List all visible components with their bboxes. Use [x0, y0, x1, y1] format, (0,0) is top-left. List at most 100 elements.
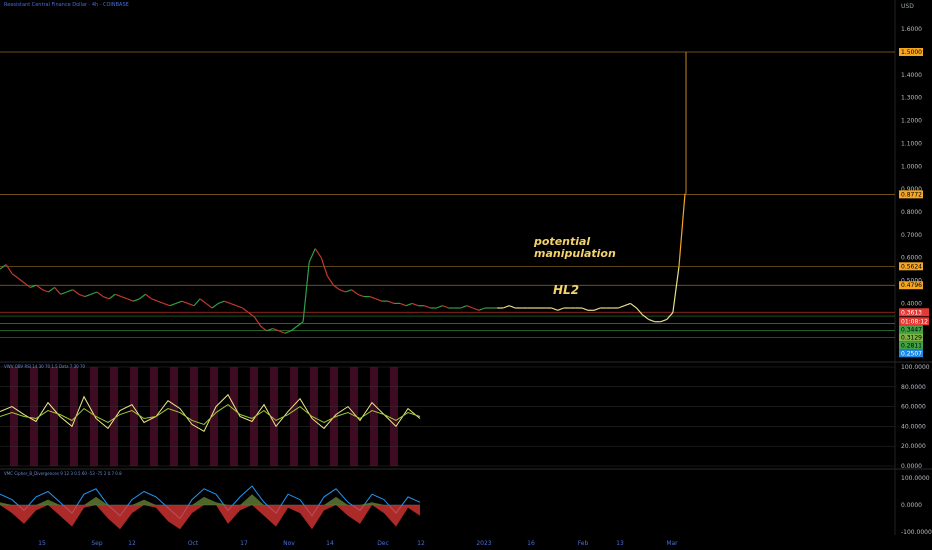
price-segment — [508, 305, 516, 309]
price-label-text: 01:08:12 — [901, 318, 928, 325]
price-segment — [478, 307, 486, 311]
y-tick-label: 1.0000 — [901, 163, 922, 170]
price-segment — [284, 330, 292, 334]
price-segment — [333, 284, 340, 291]
indicator-2-tick: 0.0000 — [901, 502, 922, 509]
price-label-text: 0.3447 — [901, 326, 922, 333]
price-segment — [139, 293, 146, 300]
x-tick-label: Dec — [377, 540, 389, 547]
price-label: 0.3613 — [899, 308, 929, 317]
y-tick-label: 1.2000 — [901, 118, 922, 125]
price-segment — [96, 291, 104, 298]
indicator-band — [390, 367, 398, 466]
indicator-1-tick: 40.0000 — [901, 423, 926, 430]
y-tick-label: 1.3000 — [901, 95, 922, 102]
price-segment — [278, 330, 286, 334]
price-segment — [5, 264, 13, 275]
price-label-text: 0.3613 — [901, 309, 922, 316]
price-chart[interactable]: 1.6000 1.5000 1.4000 1.3000 1.2000 1.1000 1.00… — [0, 0, 932, 550]
price-segment — [218, 300, 225, 304]
indicator-2-label: VMC Cipher_B_Divergences 9 12 3 0.5 60 -… — [4, 471, 122, 476]
price-segment — [387, 300, 395, 304]
indicator-2-area — [0, 494, 420, 505]
price-segment — [17, 277, 25, 284]
price-label-text: 0.8772 — [901, 191, 922, 198]
price-segment — [436, 305, 443, 309]
annotation-line: manipulation — [534, 247, 616, 260]
annotation-potential-manipulation: potential manipulation — [534, 236, 616, 260]
price-segment — [254, 316, 262, 327]
price-segment — [114, 293, 122, 298]
price-segment — [145, 293, 152, 300]
x-tick-label: Oct — [188, 540, 199, 547]
price-segment — [357, 293, 364, 298]
price-segment — [66, 289, 73, 293]
y-tick-label: 0.6000 — [901, 255, 922, 262]
y-tick-label: 0.8000 — [901, 209, 922, 216]
price-label: 0.5624 — [899, 262, 923, 271]
y-tick-label: 1.4000 — [901, 72, 922, 79]
price-segment — [151, 298, 158, 302]
indicator-band — [190, 367, 198, 466]
x-tick-label: 12 — [128, 540, 136, 547]
price-segment — [48, 286, 55, 293]
price-segment — [290, 325, 298, 332]
price-segment — [369, 296, 377, 300]
price-label: 0.2811 — [899, 341, 923, 350]
indicator-band — [30, 367, 38, 466]
price-segment — [230, 302, 237, 307]
price-segment — [127, 298, 134, 302]
price-segment — [557, 307, 564, 311]
price-segment — [199, 298, 207, 304]
price-segment — [187, 302, 195, 307]
price-label-text: 1.5000 — [901, 49, 922, 56]
indicator-1-tick: 60.0000 — [901, 404, 926, 411]
price-segment — [399, 302, 407, 307]
price-segment — [345, 289, 352, 293]
price-segment — [618, 305, 625, 309]
price-segment — [11, 273, 19, 279]
price-segment — [242, 307, 249, 314]
annotation-hl2: HL2 — [553, 283, 580, 297]
price-segment — [193, 298, 201, 307]
price-segment — [224, 300, 231, 304]
price-segment — [72, 289, 80, 295]
price-segment — [636, 307, 644, 316]
price-segment — [78, 293, 86, 298]
x-tick-label: 13 — [616, 540, 624, 547]
price-segment — [551, 307, 558, 311]
price-segment — [642, 314, 649, 320]
price-segment — [630, 302, 637, 309]
y-tick-label: 0.4000 — [901, 300, 922, 307]
price-segment — [296, 321, 304, 327]
price-label: 0.3447 — [899, 325, 923, 334]
price-segment — [211, 302, 219, 309]
price-segment — [181, 300, 189, 304]
price-segment — [424, 305, 431, 309]
indicator-band — [50, 367, 58, 466]
indicator-band — [70, 367, 78, 466]
price-label-text: 0.2507 — [901, 350, 922, 357]
indicator-1-label: VWV OBV RSI 14 30 70 1.5 Data 7 30 70 — [4, 364, 86, 369]
price-label: 0.8772 — [899, 190, 923, 199]
price-label: 0.2507 — [899, 349, 923, 358]
indicator-band — [290, 367, 298, 466]
indicator-1-tick: 100.0000 — [901, 364, 930, 371]
x-tick-label: 14 — [326, 540, 334, 547]
price-segment — [472, 307, 480, 311]
indicator-band — [170, 367, 178, 466]
x-tick-label: Nov — [283, 540, 295, 547]
price-label-text: 0.5624 — [901, 263, 922, 270]
x-tick-label: 12 — [417, 540, 425, 547]
price-segment — [581, 307, 589, 311]
indicator-1-tick: 0.0000 — [901, 463, 922, 470]
x-tick-label: 16 — [527, 540, 535, 547]
price-label-text: 0.2811 — [901, 342, 922, 349]
price-segment — [163, 302, 170, 307]
price-segment — [339, 289, 346, 293]
price-segment — [248, 312, 255, 318]
price-segment — [175, 300, 183, 304]
x-tick-label: Feb — [578, 540, 589, 547]
price-segment — [648, 318, 655, 323]
price-segment — [412, 302, 419, 307]
